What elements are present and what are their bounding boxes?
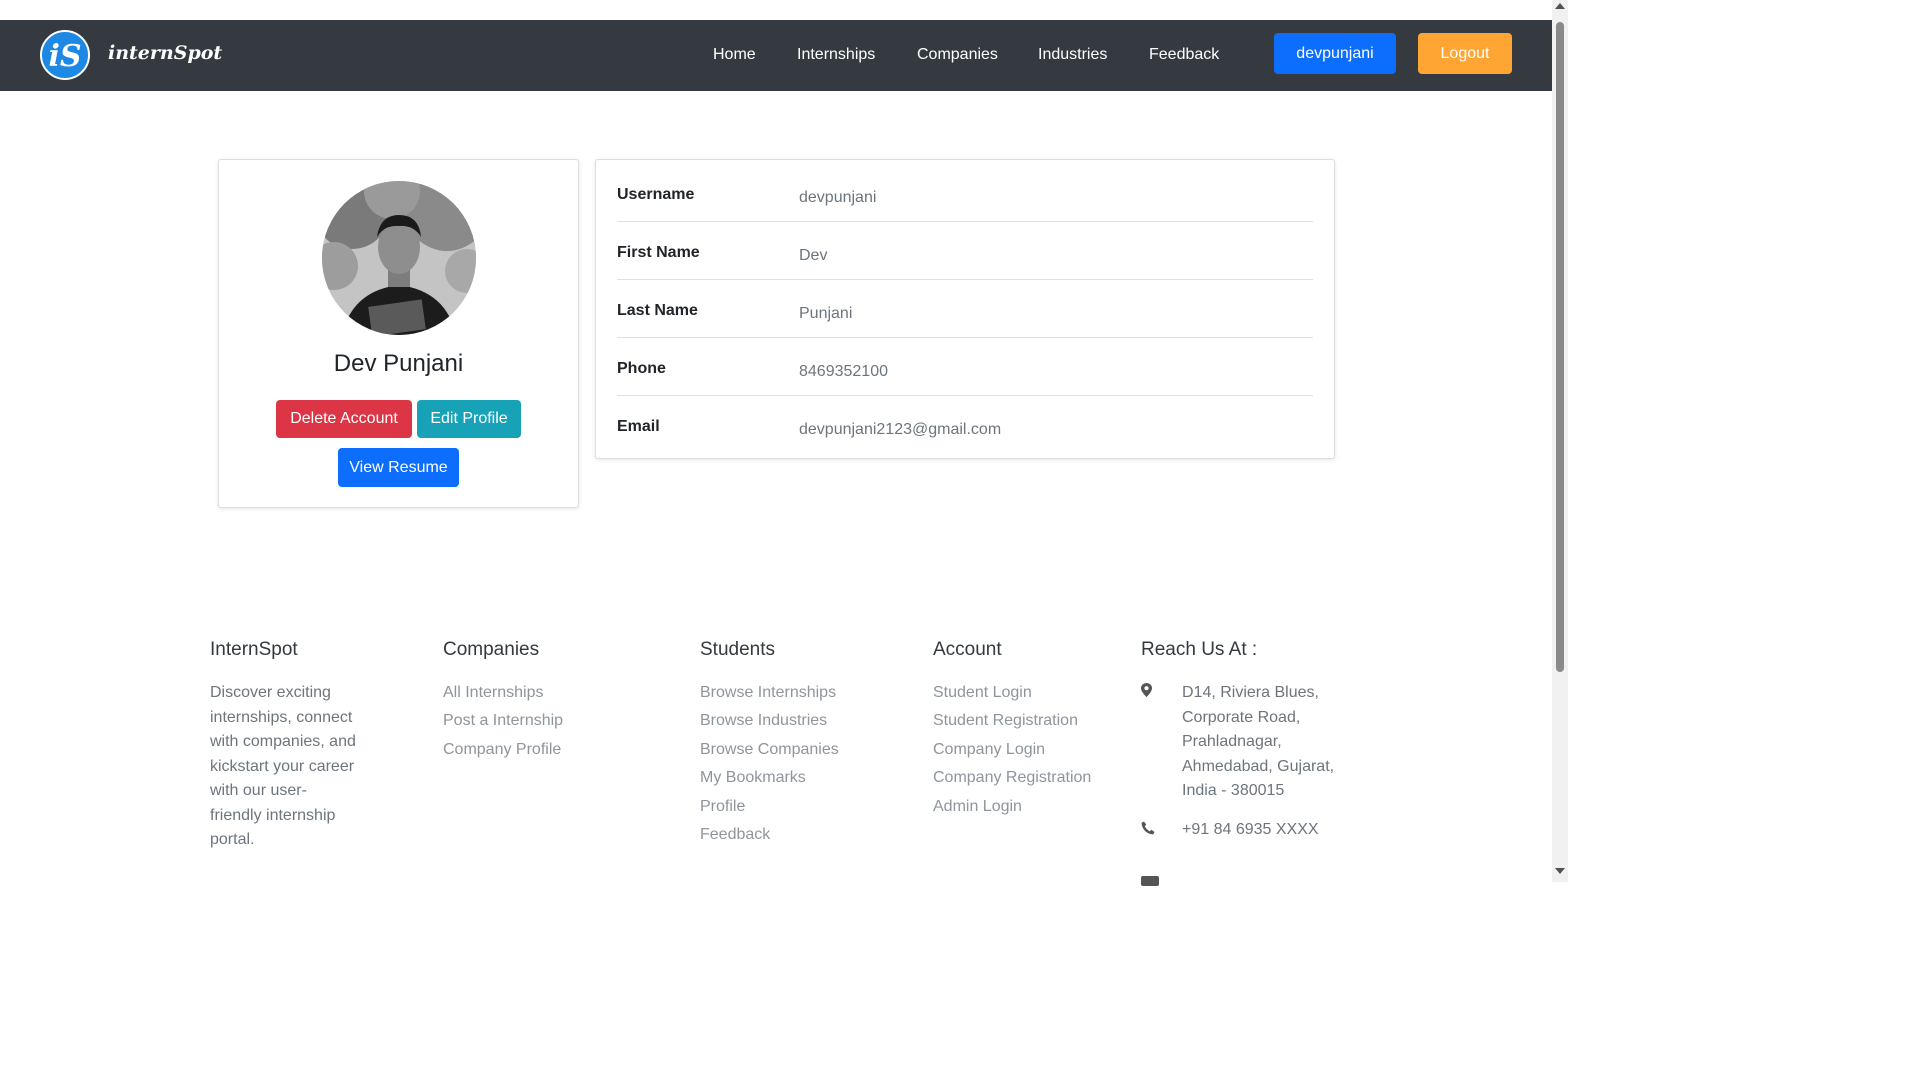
brand-logo[interactable]: iS: [40, 30, 90, 80]
footer-about-line: with companies, and: [210, 733, 356, 750]
profile-details-card: Username devpunjani First Name Dev Last …: [595, 159, 1335, 459]
delete-account-button[interactable]: Delete Account: [276, 400, 412, 438]
nav-industries[interactable]: Industries: [1038, 46, 1107, 64]
footer-address-line: D14, Riviera Blues,: [1182, 684, 1319, 701]
footer-students-heading: Students: [700, 639, 775, 660]
footer-contact-heading: Reach Us At :: [1141, 639, 1258, 660]
profile-full-name: Dev Punjani: [333, 350, 464, 377]
footer-address-line: Ahmedabad, Gujarat,: [1182, 757, 1335, 775]
footer-link-admin-login[interactable]: Admin Login: [933, 798, 1022, 816]
detail-label: Username: [617, 186, 695, 203]
footer-link-all-internships[interactable]: All Internships: [443, 684, 544, 702]
avatar: [322, 181, 476, 335]
footer-about-line: kickstart your career: [210, 757, 355, 775]
detail-value: devpunjani2123@gmail.com: [799, 421, 1002, 438]
footer-about-heading: InternSpot: [210, 639, 298, 660]
footer-address: D14, Riviera Blues, Corporate Road, Prah…: [1182, 681, 1334, 804]
detail-row-email: Email devpunjani2123@gmail.com: [617, 396, 1313, 454]
detail-label: First Name: [617, 244, 700, 261]
map-pin-icon: [1141, 683, 1152, 697]
mail-icon: [1141, 876, 1159, 886]
footer-link-post-internship[interactable]: Post a Internship: [443, 712, 563, 730]
footer-link-company-login[interactable]: Company Login: [933, 741, 1045, 759]
scroll-thumb[interactable]: [1556, 22, 1564, 672]
detail-row-last-name: Last Name Punjani: [617, 280, 1313, 338]
brand-logo-text: iS: [48, 39, 82, 74]
detail-label: Phone: [617, 360, 666, 377]
footer-address-line: India - 380015: [1182, 782, 1285, 799]
detail-row-phone: Phone 8469352100: [617, 338, 1313, 396]
footer-address-line: Corporate Road,: [1182, 708, 1301, 726]
footer-about-line: portal.: [210, 831, 255, 848]
detail-label: Last Name: [617, 302, 698, 319]
navbar: iS internSpot Home Internships Companies…: [0, 20, 1552, 91]
page-scrollbar[interactable]: [1552, 0, 1568, 882]
detail-value: Dev: [799, 247, 828, 264]
scroll-down-arrow-icon[interactable]: [1555, 868, 1565, 874]
footer-about-line: Discover exciting: [210, 684, 331, 701]
brand-name[interactable]: internSpot: [108, 42, 222, 64]
top-strip: [0, 0, 1568, 20]
logout-button[interactable]: Logout: [1418, 33, 1512, 74]
footer-link-student-registration[interactable]: Student Registration: [933, 712, 1078, 730]
footer-address-line: Prahladnagar,: [1182, 733, 1282, 750]
footer-link-feedback[interactable]: Feedback: [700, 826, 770, 844]
detail-value: devpunjani: [799, 189, 877, 206]
profile-card: Dev Punjani Delete Account Edit Profile …: [218, 159, 579, 508]
detail-label: Email: [617, 418, 660, 435]
nav-companies[interactable]: Companies: [917, 46, 998, 64]
view-resume-button[interactable]: View Resume: [338, 448, 459, 487]
footer-link-company-registration[interactable]: Company Registration: [933, 769, 1091, 787]
footer-about-line: with our user-: [210, 782, 307, 799]
edit-profile-button[interactable]: Edit Profile: [417, 400, 521, 438]
detail-value: 8469352100: [799, 363, 888, 380]
footer-link-browse-companies[interactable]: Browse Companies: [700, 741, 839, 759]
scroll-up-arrow-icon[interactable]: [1555, 3, 1565, 9]
detail-row-first-name: First Name Dev: [617, 222, 1313, 280]
footer-phone: +91 84 6935 XXXX: [1182, 821, 1319, 838]
footer-link-browse-industries[interactable]: Browse Industries: [700, 712, 827, 730]
detail-value: Punjani: [799, 305, 853, 322]
footer-link-browse-internships[interactable]: Browse Internships: [700, 684, 836, 702]
footer-link-my-bookmarks[interactable]: My Bookmarks: [700, 769, 806, 787]
nav-internships[interactable]: Internships: [797, 46, 875, 64]
footer-link-profile[interactable]: Profile: [700, 798, 745, 816]
phone-icon: [1141, 821, 1155, 835]
detail-row-username: Username devpunjani: [617, 164, 1313, 222]
footer-about-text: Discover exciting internships, connect w…: [210, 681, 356, 853]
footer-about-line: internships, connect: [210, 708, 353, 726]
user-button[interactable]: devpunjani: [1274, 33, 1396, 74]
footer-account-heading: Account: [933, 639, 1002, 660]
footer-link-student-login[interactable]: Student Login: [933, 684, 1032, 702]
footer-companies-heading: Companies: [443, 639, 540, 660]
nav-feedback[interactable]: Feedback: [1149, 46, 1219, 64]
footer-about-line: friendly internship: [210, 806, 336, 824]
nav-home[interactable]: Home: [713, 46, 756, 64]
footer-link-company-profile[interactable]: Company Profile: [443, 741, 561, 759]
